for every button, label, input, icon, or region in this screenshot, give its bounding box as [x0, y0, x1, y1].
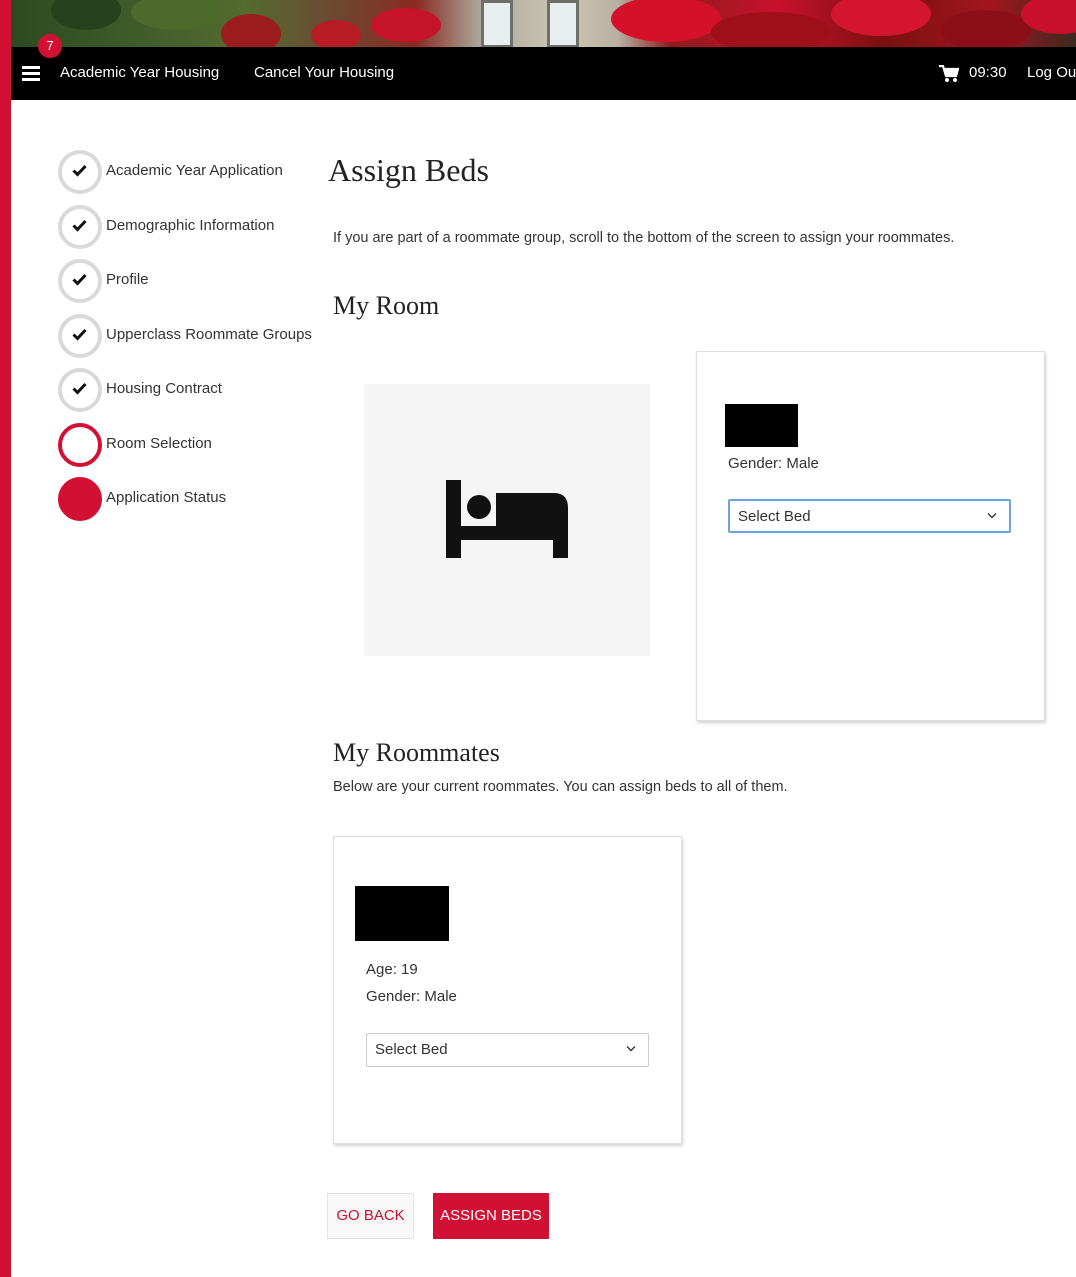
top-navbar: 7 Academic Year Housing Cancel Your Hous… — [11, 34, 1076, 100]
my-roommates-heading: My Roommates — [333, 738, 500, 767]
step-complete-circle — [58, 150, 102, 194]
step-upcoming-circle — [58, 477, 102, 521]
step-complete-circle — [58, 259, 102, 303]
step-label: Housing Contract — [106, 380, 222, 397]
step-label: Room Selection — [106, 435, 212, 452]
timer-display: 09:30 — [969, 64, 1007, 81]
redacted-name — [725, 404, 798, 447]
occupant-gender: Gender: Male — [728, 455, 819, 472]
select-bed-value: Select Bed — [738, 508, 811, 525]
step-label: Profile — [106, 271, 149, 288]
my-room-occupant-card: Gender: Male Select Bed — [696, 351, 1045, 721]
chevron-down-icon — [987, 513, 997, 519]
step-current-circle — [58, 423, 102, 467]
roommates-description: Below are your current roommates. You ca… — [333, 779, 788, 795]
select-bed-value: Select Bed — [375, 1041, 448, 1058]
step-room-selection[interactable]: Room Selection — [58, 423, 328, 467]
step-demographic-information[interactable]: Demographic Information — [58, 205, 328, 249]
step-complete-circle — [58, 368, 102, 412]
page-title: Assign Beds — [328, 152, 489, 188]
checkmark-icon — [72, 273, 87, 286]
checkmark-icon — [72, 382, 87, 395]
roommate-age: Age: 19 — [366, 961, 418, 978]
assign-beds-button[interactable]: ASSIGN BEDS — [433, 1193, 549, 1239]
roommate-gender: Gender: Male — [366, 988, 457, 1005]
shopping-cart-icon[interactable] — [939, 64, 960, 87]
checkmark-icon — [72, 219, 87, 232]
step-upperclass-roommate-groups[interactable]: Upperclass Roommate Groups — [58, 314, 328, 358]
step-application-status[interactable]: Application Status — [58, 477, 328, 521]
step-complete-circle — [58, 314, 102, 358]
room-image-placeholder — [364, 384, 650, 656]
step-academic-year-application[interactable]: Academic Year Application — [58, 150, 328, 194]
step-label: Application Status — [106, 489, 227, 506]
select-bed-dropdown[interactable]: Select Bed — [728, 499, 1011, 533]
redacted-name — [355, 886, 449, 941]
step-label: Upperclass Roommate Groups — [106, 326, 312, 343]
checkmark-icon — [72, 164, 87, 177]
header-banner-image — [11, 0, 1076, 47]
step-label: Demographic Information — [106, 217, 275, 234]
my-room-heading: My Room — [333, 291, 440, 320]
chevron-down-icon — [626, 1046, 636, 1052]
bed-icon — [446, 480, 568, 558]
roommate-card: Age: 19 Gender: Male Select Bed — [333, 836, 682, 1144]
go-back-button[interactable]: GO BACK — [327, 1193, 414, 1239]
logout-link[interactable]: Log Ou — [1027, 64, 1076, 81]
left-accent-bar — [0, 0, 11, 1277]
nav-link-cancel-housing[interactable]: Cancel Your Housing — [254, 64, 394, 81]
step-housing-contract[interactable]: Housing Contract — [58, 368, 328, 412]
notification-badge: 7 — [38, 34, 62, 58]
step-complete-circle — [58, 205, 102, 249]
checkmark-icon — [72, 328, 87, 341]
step-label: Academic Year Application — [106, 162, 283, 179]
intro-text: If you are part of a roommate group, scr… — [333, 230, 955, 246]
nav-link-academic-year-housing[interactable]: Academic Year Housing — [60, 64, 219, 81]
select-bed-dropdown[interactable]: Select Bed — [366, 1033, 649, 1067]
step-profile[interactable]: Profile — [58, 259, 328, 303]
hamburger-menu-icon[interactable] — [22, 66, 40, 81]
